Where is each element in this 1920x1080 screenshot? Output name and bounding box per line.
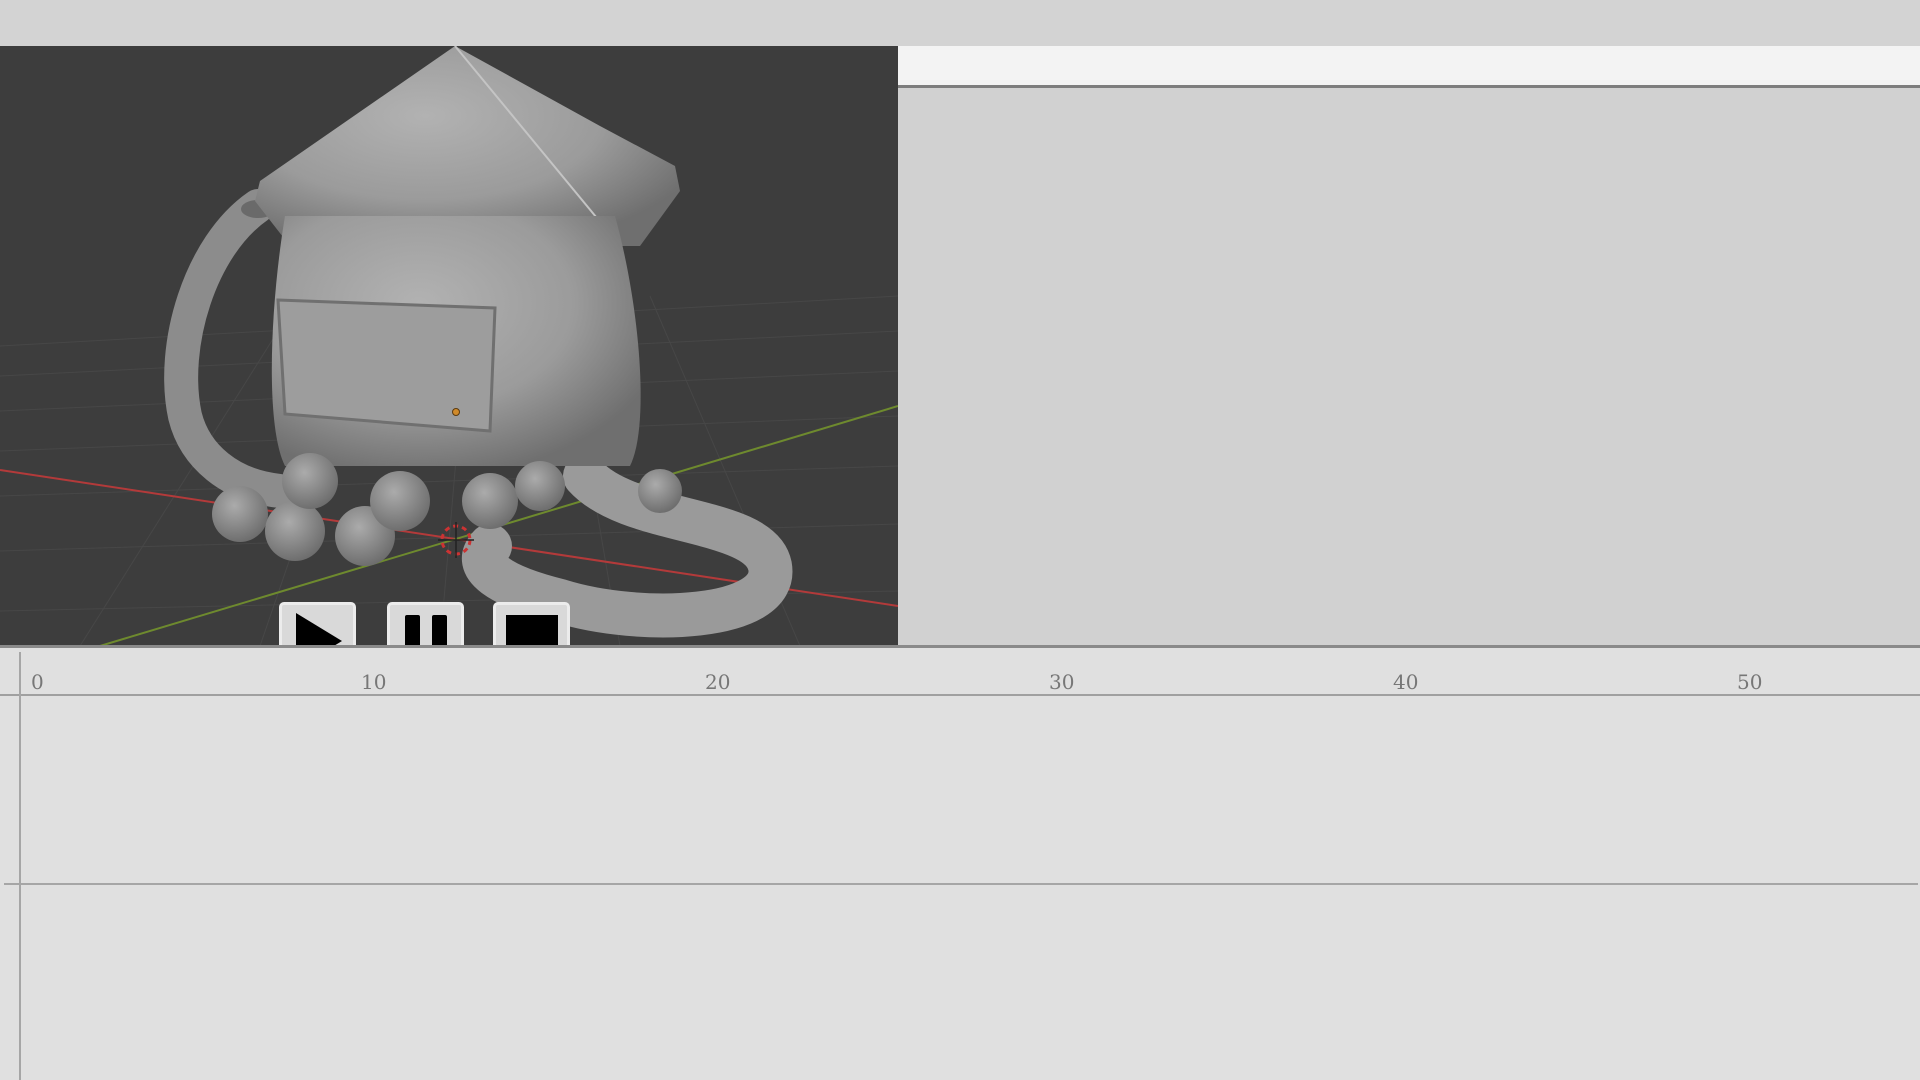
stop-button[interactable] [493, 602, 570, 646]
timeline-ruler[interactable]: 0 10 20 30 40 50 [0, 648, 1920, 696]
tick-label-50: 50 [1737, 670, 1763, 694]
3d-viewport[interactable] [0, 46, 898, 646]
tick-label-30: 30 [1049, 670, 1075, 694]
pause-icon [404, 614, 447, 646]
stop-icon [505, 614, 558, 646]
top-menu-bar [0, 0, 1920, 46]
tentacle-balls [212, 453, 565, 566]
play-button[interactable] [279, 602, 356, 646]
tick-label-0: 0 [31, 670, 44, 694]
track-divider [4, 883, 1918, 885]
timeline-editor[interactable]: 0 10 20 30 40 50 [0, 648, 1920, 1080]
left-tube [164, 189, 297, 508]
tick-label-40: 40 [1393, 670, 1419, 694]
play-icon [295, 612, 342, 646]
pause-button[interactable] [387, 602, 464, 646]
origin-point [452, 408, 460, 416]
tick-label-10: 10 [361, 670, 387, 694]
properties-panel-header [898, 46, 1920, 88]
screen-panel [276, 298, 497, 433]
tick-label-20: 20 [705, 670, 731, 694]
properties-panel [898, 46, 1920, 646]
viewport-scene [0, 46, 898, 646]
timeline-start-line [19, 652, 21, 1080]
